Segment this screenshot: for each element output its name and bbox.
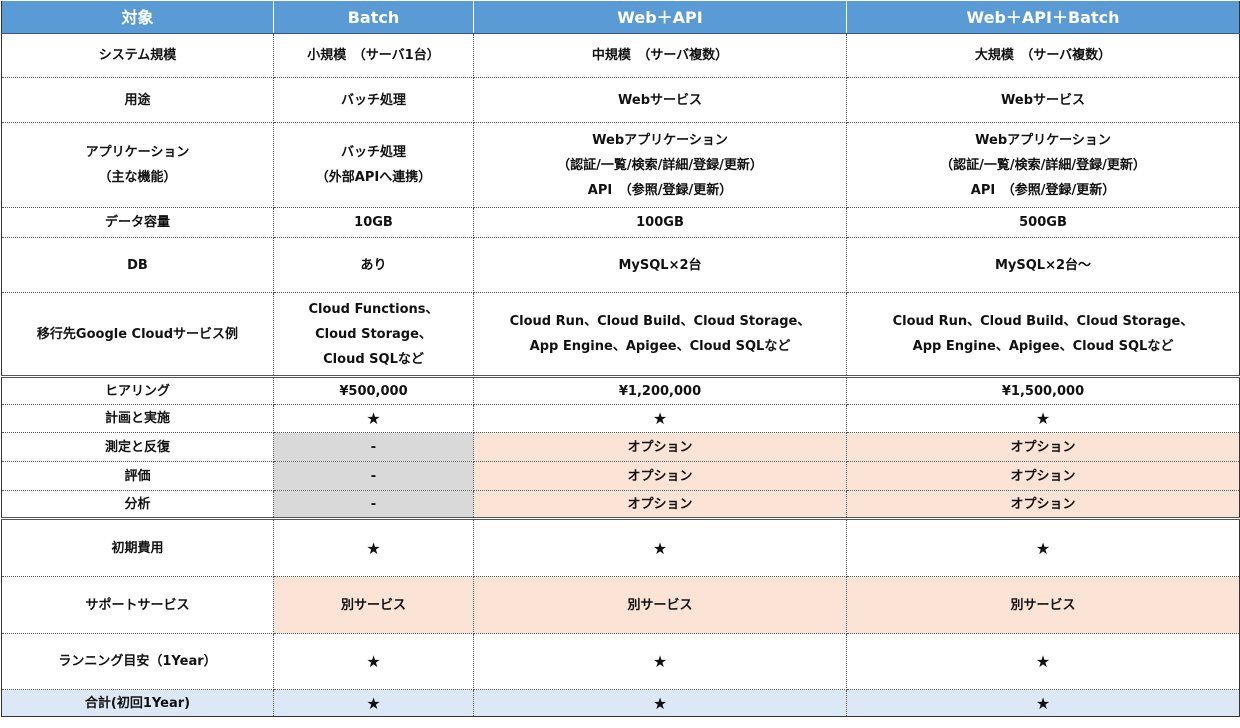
label-analyze: 分析 bbox=[1, 490, 274, 520]
cell-batch: Cloud Functions、 Cloud Storage、 Cloud SQ… bbox=[273, 292, 474, 378]
label-usage: 用途 bbox=[1, 77, 274, 123]
header-batch: Batch bbox=[273, 1, 474, 34]
cell-web-api: 中規模 （サーバ複数） bbox=[473, 33, 847, 78]
label-data-capacity: データ容量 bbox=[1, 207, 274, 238]
cell-web-api-batch: 500GB bbox=[846, 207, 1240, 238]
label-measure: 測定と反復 bbox=[1, 432, 274, 462]
star-mark: ★ bbox=[273, 633, 474, 690]
star-mark: ★ bbox=[273, 404, 474, 433]
cell-web-api-batch: MySQL×2台～ bbox=[846, 237, 1240, 293]
row-initial-cost: 初期費用 ★ ★ ★ bbox=[1, 518, 1240, 577]
label-plan: 計画と実施 bbox=[1, 404, 274, 433]
cell-web-api-batch: Cloud Run、Cloud Build、Cloud Storage、 App… bbox=[846, 292, 1240, 378]
star-mark: ★ bbox=[846, 404, 1240, 433]
label-application: アプリケーション （主な機能） bbox=[1, 122, 274, 208]
row-db: DB あり MySQL×2台 MySQL×2台～ bbox=[1, 237, 1240, 293]
cell-line: App Engine、Apigee、Cloud SQLなど bbox=[912, 339, 1174, 354]
label-initial-cost: 初期費用 bbox=[1, 518, 274, 577]
star-mark: ★ bbox=[273, 689, 474, 717]
row-running: ランニング目安（1Year） ★ ★ ★ bbox=[1, 633, 1240, 690]
star-mark: ★ bbox=[273, 518, 474, 577]
label-running: ランニング目安（1Year） bbox=[1, 633, 274, 690]
row-application: アプリケーション （主な機能） バッチ処理 （外部APIへ連携） Webアプリケ… bbox=[1, 122, 1240, 208]
star-mark: ★ bbox=[473, 518, 847, 577]
cell-not-available: - bbox=[273, 432, 474, 462]
cell-batch: ¥500,000 bbox=[273, 376, 474, 405]
cell-not-available: - bbox=[273, 461, 474, 491]
cell-option: オプション bbox=[846, 432, 1240, 462]
cell-web-api: MySQL×2台 bbox=[473, 237, 847, 293]
cell-separate-service: 別サービス bbox=[473, 576, 847, 634]
header-web-api: Web＋API bbox=[473, 1, 847, 34]
label-total: 合計(初回1Year) bbox=[1, 689, 274, 717]
header-web-api-batch: Web＋API＋Batch bbox=[846, 1, 1240, 34]
row-hearing: ヒアリング ¥500,000 ¥1,200,000 ¥1,500,000 bbox=[1, 376, 1240, 405]
star-mark: ★ bbox=[846, 518, 1240, 577]
cell-separate-service: 別サービス bbox=[273, 576, 474, 634]
label-db: DB bbox=[1, 237, 274, 293]
row-gcp-services: 移行先Google Cloudサービス例 Cloud Functions、 Cl… bbox=[1, 292, 1240, 378]
star-mark: ★ bbox=[846, 633, 1240, 690]
star-mark: ★ bbox=[473, 404, 847, 433]
cell-web-api-batch: ¥1,500,000 bbox=[846, 376, 1240, 405]
row-usage: 用途 バッチ処理 Webサービス Webサービス bbox=[1, 77, 1240, 123]
cell-line: （外部APIへ連携） bbox=[315, 170, 432, 185]
cell-line: バッチ処理 bbox=[340, 145, 406, 160]
header-row: 対象 Batch Web＋API Web＋API＋Batch bbox=[1, 1, 1240, 34]
row-total: 合計(初回1Year) ★ ★ ★ bbox=[1, 689, 1240, 717]
row-plan: 計画と実施 ★ ★ ★ bbox=[1, 404, 1240, 433]
cell-line: Cloud SQLなど bbox=[323, 351, 424, 367]
cell-web-api: 100GB bbox=[473, 207, 847, 238]
cell-batch: 10GB bbox=[273, 207, 474, 238]
cell-batch: バッチ処理 （外部APIへ連携） bbox=[273, 122, 474, 208]
cell-line: Cloud Functions、 bbox=[308, 301, 439, 317]
label-gcp-services: 移行先Google Cloudサービス例 bbox=[1, 292, 274, 378]
cell-line: Webアプリケーション bbox=[975, 132, 1111, 148]
label-system-scale: システム規模 bbox=[1, 33, 274, 78]
cell-web-api-batch: Webアプリケーション （認証/一覧/検索/詳細/登録/更新） API （参照/… bbox=[846, 122, 1240, 208]
cell-batch: 小規模 （サーバ1台） bbox=[273, 33, 474, 78]
cell-batch: バッチ処理 bbox=[273, 77, 474, 123]
row-data-capacity: データ容量 10GB 100GB 500GB bbox=[1, 207, 1240, 238]
cell-web-api: Webサービス bbox=[473, 77, 847, 123]
row-measure: 測定と反復 - オプション オプション bbox=[1, 432, 1240, 462]
cell-web-api-batch: Webサービス bbox=[846, 77, 1240, 123]
star-mark: ★ bbox=[473, 633, 847, 690]
row-analyze: 分析 - オプション オプション bbox=[1, 490, 1240, 520]
label-support: サポートサービス bbox=[1, 576, 274, 634]
cell-line: Cloud Run、Cloud Build、Cloud Storage、 bbox=[509, 314, 811, 329]
row-evaluate: 評価 - オプション オプション bbox=[1, 461, 1240, 491]
cell-option: オプション bbox=[473, 461, 847, 491]
cell-line: API （参照/登録/更新） bbox=[970, 182, 1116, 198]
cell-not-available: - bbox=[273, 490, 474, 520]
header-target: 対象 bbox=[1, 1, 274, 34]
cell-option: オプション bbox=[846, 461, 1240, 491]
cell-web-api: Cloud Run、Cloud Build、Cloud Storage、 App… bbox=[473, 292, 847, 378]
cell-option: オプション bbox=[846, 490, 1240, 520]
label-line: アプリケーション bbox=[85, 145, 190, 160]
cell-option: オプション bbox=[473, 490, 847, 520]
cell-option: オプション bbox=[473, 432, 847, 462]
cell-line: Cloud Run、Cloud Build、Cloud Storage、 bbox=[892, 314, 1194, 329]
cell-batch: あり bbox=[273, 237, 474, 293]
cell-line: Cloud Storage、 bbox=[315, 326, 432, 342]
cell-web-api: Webアプリケーション （認証/一覧/検索/詳細/登録/更新） API （参照/… bbox=[473, 122, 847, 208]
label-evaluate: 評価 bbox=[1, 461, 274, 491]
service-comparison-table: 対象 Batch Web＋API Web＋API＋Batch システム規模 小規… bbox=[1, 1, 1240, 717]
cell-line: Webアプリケーション bbox=[592, 132, 728, 148]
row-support: サポートサービス 別サービス 別サービス 別サービス bbox=[1, 576, 1240, 634]
label-line: （主な機能） bbox=[98, 170, 177, 185]
label-hearing: ヒアリング bbox=[1, 376, 274, 405]
cell-web-api: ¥1,200,000 bbox=[473, 376, 847, 405]
cell-web-api-batch: 大規模 （サーバ複数） bbox=[846, 33, 1240, 78]
star-mark: ★ bbox=[846, 689, 1240, 717]
cell-line: （認証/一覧/検索/詳細/登録/更新） bbox=[940, 157, 1146, 173]
cell-line: （認証/一覧/検索/詳細/登録/更新） bbox=[557, 157, 763, 173]
row-system-scale: システム規模 小規模 （サーバ1台） 中規模 （サーバ複数） 大規模 （サーバ複… bbox=[1, 33, 1240, 78]
cell-line: API （参照/登録/更新） bbox=[587, 182, 733, 198]
cell-line: App Engine、Apigee、Cloud SQLなど bbox=[529, 339, 791, 354]
star-mark: ★ bbox=[473, 689, 847, 717]
cell-separate-service: 別サービス bbox=[846, 576, 1240, 634]
